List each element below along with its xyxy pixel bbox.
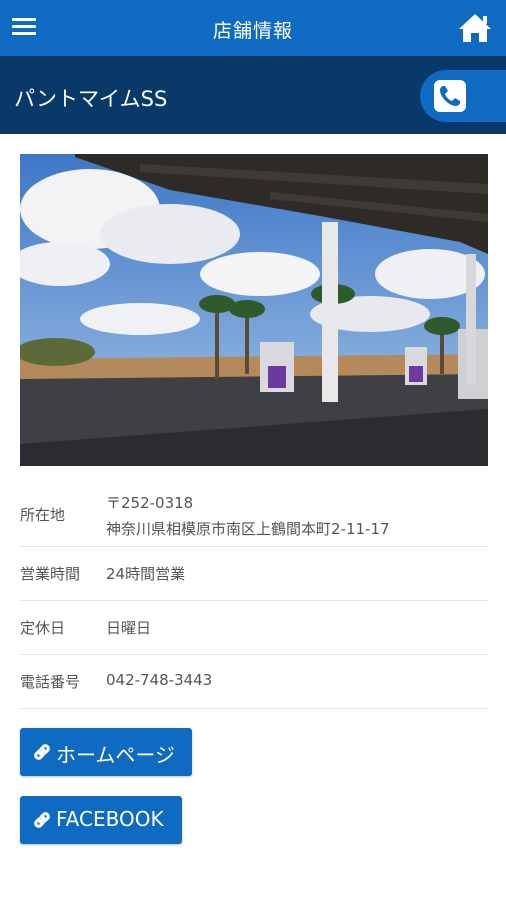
facebook-button[interactable]: FACEBOOK (20, 796, 182, 844)
info-row-closed: 定休日 日曜日 (20, 601, 488, 655)
top-app-bar: 店舗情報 (0, 0, 506, 56)
homepage-button-label: ホームページ (56, 743, 175, 767)
address-label: 所在地 (20, 506, 66, 524)
closed-value: 日曜日 (106, 619, 152, 637)
page-title: 店舗情報 (212, 20, 293, 42)
home-icon[interactable] (457, 12, 493, 44)
closed-label: 定休日 (20, 619, 66, 637)
postal-code: 〒252-0318 (106, 494, 194, 512)
info-row-hours: 営業時間 24時間営業 (20, 547, 488, 601)
call-button[interactable] (420, 70, 506, 122)
info-row-phone: 電話番号 042-748-3443 (20, 655, 488, 709)
phone-value: 042-748-3443 (106, 671, 213, 689)
hours-label: 営業時間 (20, 565, 81, 583)
shop-info-table: 所在地 〒252-0318 神奈川県相模原市南区上鶴間本町2-11-17 営業時… (20, 478, 488, 709)
shop-name: パントマイムSS (14, 87, 168, 111)
info-row-address: 所在地 〒252-0318 神奈川県相模原市南区上鶴間本町2-11-17 (20, 478, 488, 547)
homepage-button[interactable]: ホームページ (20, 728, 192, 776)
address-value: 神奈川県相模原市南区上鶴間本町2-11-17 (106, 520, 390, 538)
phone-icon (434, 80, 466, 112)
link-icon (31, 741, 53, 763)
phone-label: 電話番号 (20, 673, 81, 691)
facebook-button-label: FACEBOOK (56, 807, 164, 831)
shop-header: パントマイムSS (0, 56, 506, 134)
shop-photo (20, 154, 488, 466)
link-icon (31, 809, 53, 831)
hours-value: 24時間営業 (106, 565, 186, 583)
